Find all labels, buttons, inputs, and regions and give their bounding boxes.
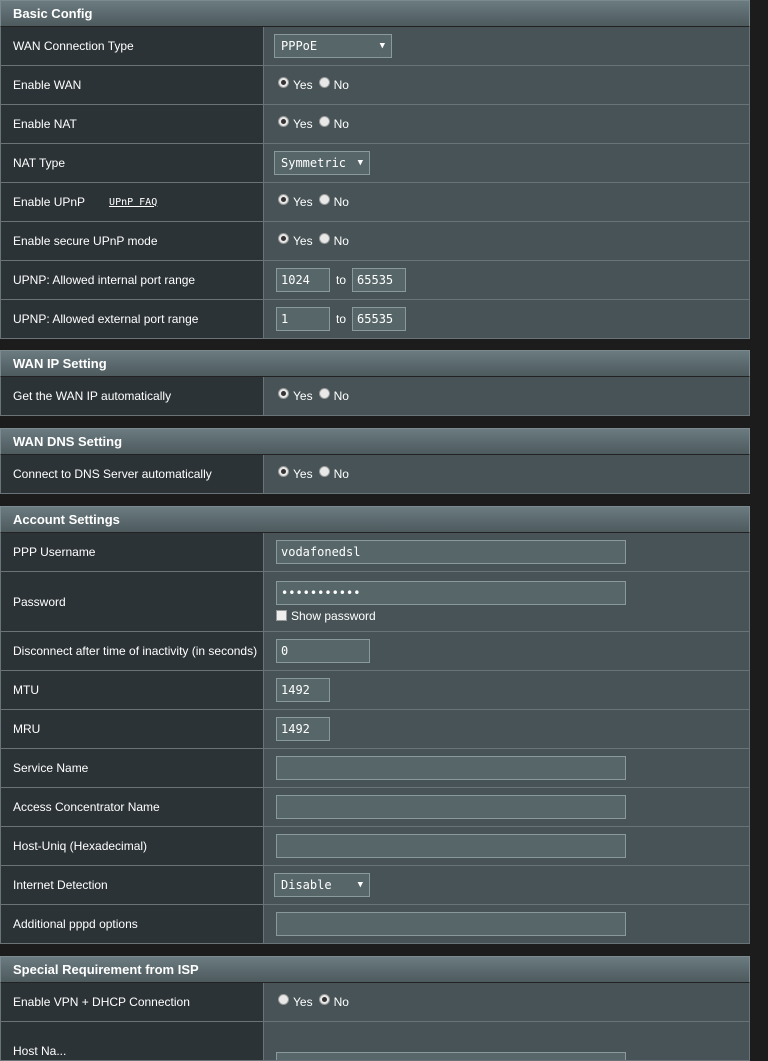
enable-wan-row: Enable WAN Yes No: [0, 66, 750, 105]
yes-radio[interactable]: [278, 76, 289, 88]
row-label: Additional pppd options: [1, 905, 264, 943]
wan-ip-section: WAN IP Setting Get the WAN IP automatica…: [0, 350, 750, 416]
external-port-from-input[interactable]: 1: [276, 307, 330, 331]
password-input[interactable]: •••••••••••: [276, 580, 626, 605]
internet-detection-select[interactable]: Disable ▼: [274, 873, 370, 897]
section-title: Special Requirement from ISP: [0, 956, 750, 983]
row-label: Disconnect after time of inactivity (in …: [1, 632, 264, 670]
chevron-down-icon: ▼: [379, 41, 385, 51]
yes-radio[interactable]: [278, 115, 289, 127]
ppp-username-row: PPP Username vodafonedsl: [0, 533, 750, 572]
row-label: Host-Uniq (Hexadecimal): [1, 827, 264, 865]
upnp-faq-link[interactable]: UPnP FAQ: [109, 197, 157, 208]
row-label: PPP Username: [1, 533, 264, 571]
scrollbar[interactable]: [750, 0, 768, 1038]
host-uniq-input[interactable]: [276, 834, 626, 858]
enable-nat-row: Enable NAT Yes No: [0, 105, 750, 144]
service-name-row: Service Name: [0, 749, 750, 788]
row-label: MRU: [1, 710, 264, 748]
wan-type-row: WAN Connection Type PPPoE ▼: [0, 27, 750, 66]
section-title: WAN DNS Setting: [0, 428, 750, 455]
no-radio[interactable]: [318, 232, 330, 244]
row-label: WAN Connection Type: [1, 27, 264, 65]
basic-config-section: Basic Config WAN Connection Type PPPoE ▼ …: [0, 0, 750, 339]
ac-name-row: Access Concentrator Name: [0, 788, 750, 827]
row-label: UPNP: Allowed external port range: [1, 300, 264, 338]
external-port-to-input[interactable]: 65535: [352, 307, 407, 331]
row-label: Host Na...: [1, 1022, 264, 1060]
mtu-row: MTU 1492: [0, 671, 750, 710]
no-radio[interactable]: [318, 465, 330, 477]
account-settings-section: Account Settings PPP Username vodafoneds…: [0, 506, 750, 944]
idle-timeout-row: Disconnect after time of inactivity (in …: [0, 632, 750, 671]
row-label: Enable VPN + DHCP Connection: [1, 983, 264, 1021]
section-title: Account Settings: [0, 506, 750, 533]
row-label: Service Name: [1, 749, 264, 787]
external-port-range-row: UPNP: Allowed external port range 1 to 6…: [0, 300, 750, 339]
mru-row: MRU 1492: [0, 710, 750, 749]
no-radio[interactable]: [318, 193, 330, 205]
pppd-options-row: Additional pppd options: [0, 905, 750, 944]
row-label: Internet Detection: [1, 866, 264, 904]
row-label: Enable WAN: [1, 66, 264, 104]
idle-timeout-input[interactable]: 0: [276, 639, 370, 663]
password-row: Password ••••••••••• Show password: [0, 572, 750, 632]
host-name-input[interactable]: [276, 1052, 626, 1060]
row-label: Get the WAN IP automatically: [1, 377, 264, 415]
mtu-input[interactable]: 1492: [276, 678, 330, 702]
yes-radio[interactable]: [278, 993, 289, 1005]
show-password-label: Show password: [291, 608, 376, 623]
row-label: Enable UPnP UPnP FAQ: [1, 183, 264, 221]
pppd-options-input[interactable]: [276, 912, 626, 936]
wan-ip-auto-row: Get the WAN IP automatically Yes No: [0, 377, 750, 416]
ac-name-input[interactable]: [276, 795, 626, 819]
show-password-checkbox[interactable]: [276, 610, 287, 621]
host-uniq-row: Host-Uniq (Hexadecimal): [0, 827, 750, 866]
row-label: MTU: [1, 671, 264, 709]
no-radio[interactable]: [318, 387, 330, 399]
row-label: Enable secure UPnP mode: [1, 222, 264, 260]
row-label: UPNP: Allowed internal port range: [1, 261, 264, 299]
section-title: WAN IP Setting: [0, 350, 750, 377]
yes-radio[interactable]: [278, 465, 289, 477]
vpn-dhcp-row: Enable VPN + DHCP Connection Yes No: [0, 983, 750, 1022]
row-label: Enable NAT: [1, 105, 264, 143]
yes-radio[interactable]: [278, 232, 289, 244]
internet-detection-row: Internet Detection Disable ▼: [0, 866, 750, 905]
internal-port-range-row: UPNP: Allowed internal port range 1024 t…: [0, 261, 750, 300]
internal-port-from-input[interactable]: 1024: [276, 268, 330, 292]
internal-port-to-input[interactable]: 65535: [352, 268, 407, 292]
row-label: NAT Type: [1, 144, 264, 182]
host-name-row: Host Na...: [0, 1022, 750, 1061]
secure-upnp-row: Enable secure UPnP mode Yes No: [0, 222, 750, 261]
nat-type-row: NAT Type Symmetric ▼: [0, 144, 750, 183]
enable-upnp-row: Enable UPnP UPnP FAQ Yes No: [0, 183, 750, 222]
chevron-down-icon: ▼: [357, 158, 363, 168]
service-name-input[interactable]: [276, 756, 626, 780]
no-radio[interactable]: [318, 993, 330, 1005]
row-label: Password: [1, 572, 264, 631]
row-label: Connect to DNS Server automatically: [1, 455, 264, 493]
dns-auto-row: Connect to DNS Server automatically Yes …: [0, 455, 750, 494]
chevron-down-icon: ▼: [357, 880, 363, 890]
isp-section: Special Requirement from ISP Enable VPN …: [0, 956, 750, 1061]
yes-radio[interactable]: [278, 193, 289, 205]
no-radio[interactable]: [318, 76, 330, 88]
no-radio[interactable]: [318, 115, 330, 127]
section-title: Basic Config: [0, 0, 750, 27]
wan-type-select[interactable]: PPPoE ▼: [274, 34, 392, 58]
row-label: Access Concentrator Name: [1, 788, 264, 826]
yes-radio[interactable]: [278, 387, 289, 399]
mru-input[interactable]: 1492: [276, 717, 330, 741]
wan-dns-section: WAN DNS Setting Connect to DNS Server au…: [0, 428, 750, 494]
ppp-username-input[interactable]: vodafonedsl: [276, 540, 626, 564]
nat-type-select[interactable]: Symmetric ▼: [274, 151, 370, 175]
